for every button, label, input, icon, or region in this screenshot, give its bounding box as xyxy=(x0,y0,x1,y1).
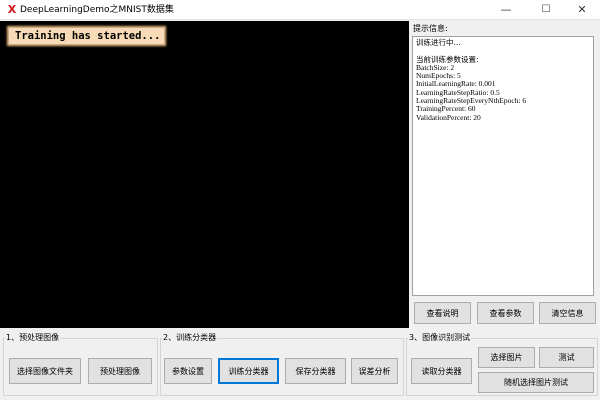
error-analysis-button[interactable]: 误差分析 xyxy=(351,358,398,384)
preprocess-group-label: 1、预处理图像 xyxy=(5,333,61,342)
info-line: ValidationPercent: 20 xyxy=(416,112,481,122)
training-status-banner: Training has started... xyxy=(8,27,165,45)
train-classifier-group-label: 2、训练分类器 xyxy=(162,333,218,342)
preprocess-images-button[interactable]: 预处理图像 xyxy=(88,358,152,384)
train-classifier-button[interactable]: 训练分类器 xyxy=(218,358,279,384)
minimize-button[interactable]: — xyxy=(488,0,524,20)
save-classifier-button[interactable]: 保存分类器 xyxy=(285,358,346,384)
info-line: 训练进行中... xyxy=(416,38,461,47)
image-canvas xyxy=(0,21,409,328)
close-button[interactable]: ✕ xyxy=(564,0,600,20)
load-classifier-button[interactable]: 读取分类器 xyxy=(411,358,472,384)
info-textbox[interactable]: 训练进行中... 当前训练参数设置: BatchSize: 2 NumEpoch… xyxy=(412,36,594,296)
view-help-button[interactable]: 查看说明 xyxy=(414,302,471,324)
window-title: DeepLearningDemo之MNIST数据集 xyxy=(20,5,174,15)
random-image-test-button[interactable]: 随机选择图片测试 xyxy=(478,372,594,393)
info-label: 提示信息: xyxy=(413,24,448,33)
recognition-test-group-label: 3、图像识别测试 xyxy=(408,333,472,342)
select-image-folder-button[interactable]: 选择图像文件夹 xyxy=(9,358,81,384)
app-icon: X xyxy=(7,3,17,16)
select-image-button[interactable]: 选择图片 xyxy=(478,347,535,368)
clear-info-button[interactable]: 清空信息 xyxy=(539,302,596,324)
param-settings-button[interactable]: 参数设置 xyxy=(164,358,212,384)
test-button[interactable]: 测试 xyxy=(539,347,594,368)
view-params-button[interactable]: 查看参数 xyxy=(477,302,534,324)
maximize-button[interactable]: ☐ xyxy=(528,0,564,20)
